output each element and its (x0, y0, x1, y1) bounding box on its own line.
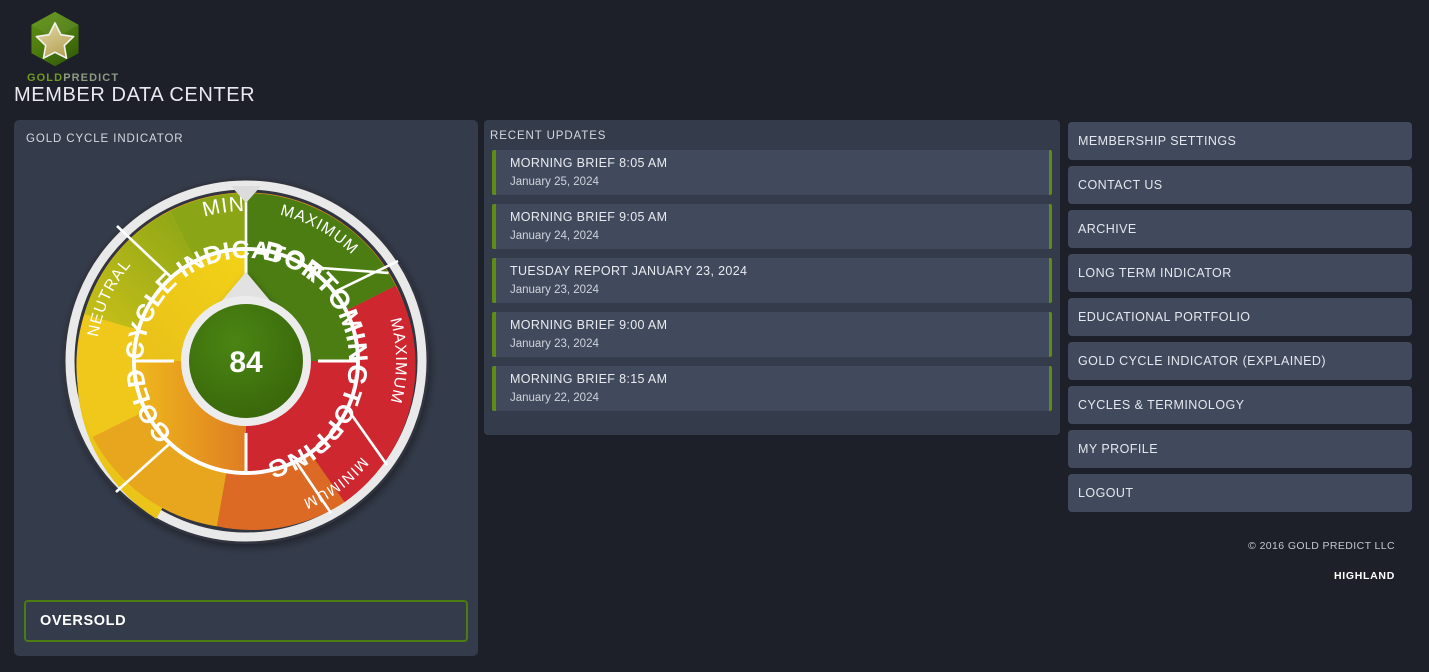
update-date: January 25, 2024 (510, 176, 599, 188)
menu-item-label: ARCHIVE (1078, 222, 1137, 236)
menu-item-long-term-indicator[interactable]: LONG TERM INDICATOR (1068, 254, 1412, 292)
menu-item-archive[interactable]: ARCHIVE (1068, 210, 1412, 248)
update-title: MORNING BRIEF 9:00 AM (510, 318, 668, 332)
menu-item-label: MEMBERSHIP SETTINGS (1078, 134, 1237, 148)
page-title: MEMBER DATA CENTER (14, 84, 256, 106)
footer: © 2016 GOLD PREDICT LLC HIGHLAND (1068, 540, 1412, 582)
member-data-center-page: GOLDPREDICT MEMBER DATA CENTER GOLD CYCL… (0, 0, 1429, 672)
menu-item-contact-us[interactable]: CONTACT US (1068, 166, 1412, 204)
updates-panel-heading: RECENT UPDATES (490, 130, 607, 142)
list-item[interactable]: MORNING BRIEF 9:05 AM January 24, 2024 (492, 204, 1052, 249)
update-date: January 24, 2024 (510, 230, 599, 242)
list-item[interactable]: MORNING BRIEF 8:15 AM January 22, 2024 (492, 366, 1052, 411)
update-date: January 23, 2024 (510, 284, 599, 296)
update-date: January 22, 2024 (510, 392, 599, 404)
list-item[interactable]: TUESDAY REPORT JANUARY 23, 2024 January … (492, 258, 1052, 303)
menu-item-label: CONTACT US (1078, 178, 1163, 192)
gauge-value: 84 (229, 346, 263, 379)
gold-cycle-gauge: MINIMUM MAXIMUM MAXIMUM MINIMUM (31, 146, 429, 544)
status-badge: OVERSOLD (24, 600, 468, 642)
gold-cycle-indicator-panel: GOLD CYCLE INDICATOR MIN MAXIMUM MAXIMUM… (14, 120, 478, 656)
menu-item-educational-portfolio[interactable]: EDUCATIONAL PORTFOLIO (1068, 298, 1412, 336)
page-header: GOLDPREDICT MEMBER DATA CENTER (0, 0, 1429, 118)
update-date: January 23, 2024 (510, 338, 599, 350)
update-title: MORNING BRIEF 8:05 AM (510, 156, 668, 170)
brand-wordmark: GOLDPREDICT (27, 72, 118, 84)
menu-item-membership-settings[interactable]: MEMBERSHIP SETTINGS (1068, 122, 1412, 160)
menu-item-my-profile[interactable]: MY PROFILE (1068, 430, 1412, 468)
gauge-panel-heading: GOLD CYCLE INDICATOR (26, 133, 184, 145)
menu-item-logout[interactable]: LOGOUT (1068, 474, 1412, 512)
menu-item-label: GOLD CYCLE INDICATOR (EXPLAINED) (1078, 354, 1327, 368)
gauge-hub: 84 (181, 296, 311, 426)
status-label: OVERSOLD (40, 613, 127, 629)
menu-item-gold-cycle-indicator-explained[interactable]: GOLD CYCLE INDICATOR (EXPLAINED) (1068, 342, 1412, 380)
copyright-text: © 2016 GOLD PREDICT LLC (1248, 540, 1395, 552)
brand-logo[interactable]: GOLDPREDICT (15, 8, 118, 84)
gauge-chart: MINIMUM MAXIMUM MAXIMUM MINIMUM (14, 146, 478, 586)
brand-gold: GOLD (27, 72, 64, 84)
menu-item-cycles-and-terminology[interactable]: CYCLES & TERMINOLOGY (1068, 386, 1412, 424)
recent-updates-panel: RECENT UPDATES MORNING BRIEF 8:05 AM Jan… (484, 120, 1060, 435)
update-title: MORNING BRIEF 9:05 AM (510, 210, 668, 224)
updates-list: MORNING BRIEF 8:05 AM January 25, 2024 M… (484, 142, 1060, 411)
update-title: TUESDAY REPORT JANUARY 23, 2024 (510, 264, 748, 278)
hexagon-star-icon (31, 11, 79, 67)
update-title: MORNING BRIEF 8:15 AM (510, 372, 668, 386)
list-item[interactable]: MORNING BRIEF 9:00 AM January 23, 2024 (492, 312, 1052, 357)
provider-name: HIGHLAND (1333, 570, 1395, 582)
menu-item-label: LOGOUT (1078, 486, 1134, 500)
menu-item-label: EDUCATIONAL PORTFOLIO (1078, 310, 1251, 324)
menu-item-label: MY PROFILE (1078, 442, 1158, 456)
menu-item-label: CYCLES & TERMINOLOGY (1078, 398, 1245, 412)
list-item[interactable]: MORNING BRIEF 8:05 AM January 25, 2024 (492, 150, 1052, 195)
menu-item-label: LONG TERM INDICATOR (1078, 266, 1232, 280)
navigation-menu: MEMBERSHIP SETTINGS CONTACT US ARCHIVE L… (1068, 122, 1412, 582)
brand-predict: PREDICT (63, 72, 120, 84)
